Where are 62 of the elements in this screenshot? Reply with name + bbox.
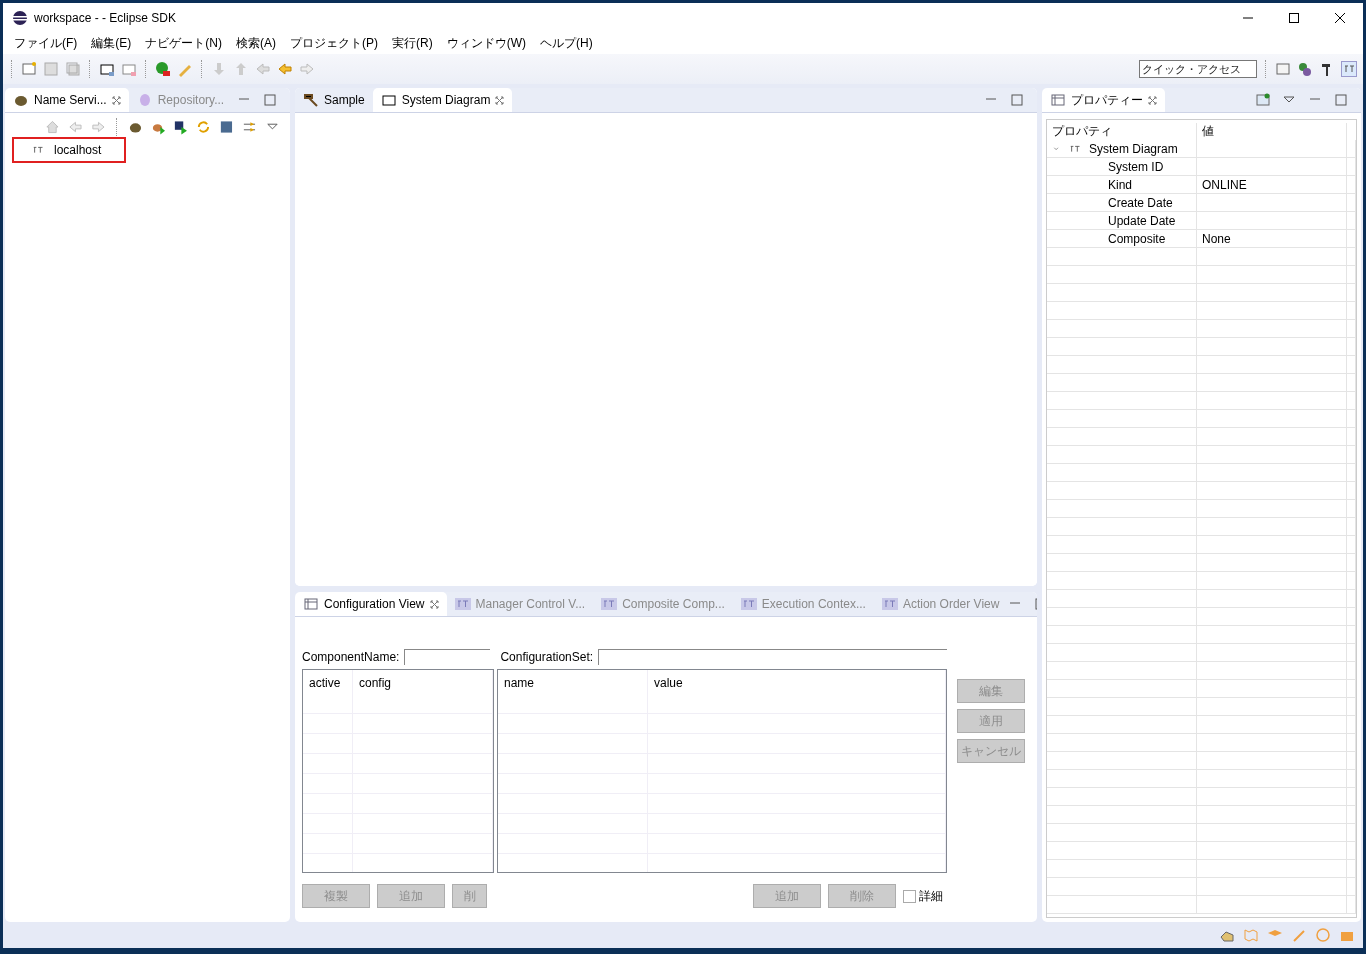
home-icon[interactable] <box>45 119 60 135</box>
forward-arrow-icon[interactable] <box>299 61 315 77</box>
column-header: active <box>303 670 353 713</box>
back-arrow-icon[interactable] <box>255 61 271 77</box>
open-perspective-icon[interactable] <box>1275 61 1291 77</box>
property-name: Composite <box>1047 230 1197 247</box>
forward-arrow-icon[interactable] <box>90 119 106 135</box>
on-icon <box>380 92 397 108</box>
back-arrow-icon[interactable] <box>67 119 83 135</box>
editor-tab[interactable]: System Diagram <box>372 88 513 112</box>
property-name: Update Date <box>1047 212 1197 229</box>
property-name: Create Date <box>1047 194 1197 211</box>
checkbox-label: 詳細 <box>919 887 943 905</box>
property-value: ONLINE <box>1197 176 1347 193</box>
menu-item[interactable]: プロジェクト(P) <box>283 34 385 52</box>
refresh-icon[interactable] <box>196 119 212 135</box>
filter-icon[interactable] <box>242 119 258 135</box>
menu-item[interactable]: 検索(A) <box>229 34 283 52</box>
checkbox[interactable] <box>903 889 916 903</box>
column-header: value <box>648 670 946 713</box>
map-icon[interactable] <box>1243 927 1259 943</box>
quick-access-field[interactable]: クイック・アクセス <box>1139 60 1257 78</box>
tree-item[interactable]: localhost <box>12 137 126 163</box>
save-icon[interactable] <box>43 61 59 77</box>
eclipse-logo-icon <box>12 9 28 26</box>
menu-item[interactable]: 実行(R) <box>385 34 440 52</box>
table-icon <box>1050 92 1066 108</box>
property-value: None <box>1197 230 1347 247</box>
tree-node-label: System Diagram <box>1089 141 1178 156</box>
menu-item[interactable]: ヘルプ(H) <box>533 34 600 52</box>
menu-item[interactable]: ファイル(F) <box>7 34 85 52</box>
column-header: config <box>353 670 493 713</box>
menu-item[interactable]: ウィンドウ(W) <box>439 34 533 52</box>
rt-icon <box>881 596 898 612</box>
column-header: プロパティ <box>1047 123 1197 140</box>
view-tab[interactable]: プロパティー <box>1042 88 1165 112</box>
new-window-icon[interactable] <box>21 61 37 77</box>
column-header: name <box>498 670 648 713</box>
rt-icon <box>454 596 471 612</box>
property-name: System ID <box>1047 158 1197 175</box>
save-all-icon[interactable] <box>65 61 81 77</box>
view-tab[interactable]: Configuration View <box>295 592 447 616</box>
close-icon[interactable] <box>1335 12 1345 23</box>
view-tab[interactable]: Name Servi... <box>5 88 129 112</box>
menu-item[interactable]: ナビゲート(N) <box>138 34 229 52</box>
table-icon <box>303 596 319 612</box>
rt-icon <box>601 596 618 612</box>
manager-play-icon[interactable] <box>173 119 189 135</box>
menu-item[interactable]: 編集(E) <box>84 34 139 52</box>
field-label: ConfigurationSet: <box>500 650 594 664</box>
back-arrow-icon[interactable] <box>277 61 293 77</box>
run-icon[interactable] <box>155 61 171 77</box>
column-header: 値 <box>1197 123 1347 140</box>
off-icon[interactable] <box>121 61 137 77</box>
maximize-icon[interactable] <box>1289 12 1299 23</box>
rt-icon <box>740 596 757 612</box>
rt-perspective-icon[interactable] <box>1341 61 1357 77</box>
on-icon[interactable] <box>99 61 115 77</box>
property-name: Kind <box>1047 176 1197 193</box>
window-title: workspace - - Eclipse SDK <box>34 10 177 25</box>
field-label: ComponentName: <box>302 650 400 664</box>
editor-tab[interactable]: Sample <box>295 88 373 112</box>
